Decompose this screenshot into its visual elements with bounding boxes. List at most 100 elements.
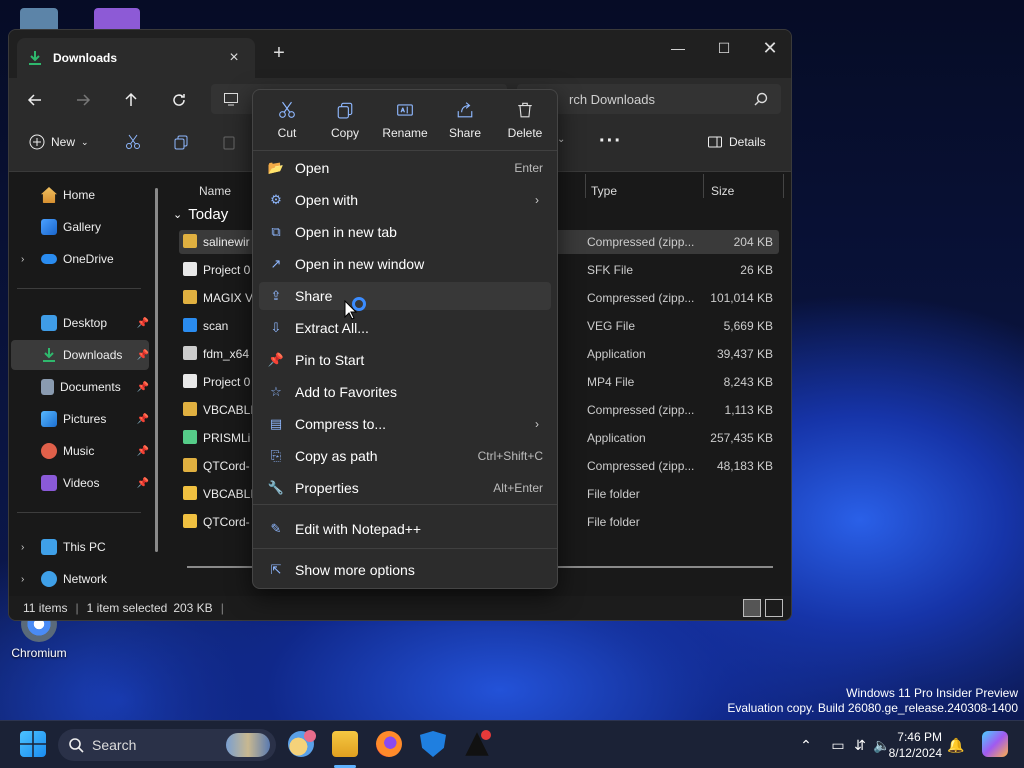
expand-chevron-icon[interactable]: › bbox=[21, 574, 24, 585]
file-type: MP4 File bbox=[587, 375, 635, 389]
cut-action[interactable]: Cut bbox=[257, 100, 317, 144]
menu-item-edit-with-notepad[interactable]: ✎ Edit with Notepad++ bbox=[259, 515, 551, 543]
rename-icon bbox=[397, 104, 413, 116]
sidebar-item-label: Home bbox=[63, 188, 96, 202]
menu-item-open-in-new-tab[interactable]: ⧉ Open in new tab bbox=[259, 218, 551, 246]
item-count: 11 items bbox=[23, 601, 68, 615]
file-size: 39,437 KB bbox=[716, 347, 773, 361]
evaluation-watermark: Windows 11 Pro Insider Preview Evaluatio… bbox=[727, 686, 1018, 716]
menu-item-compress-to[interactable]: ▤ Compress to... › bbox=[259, 410, 551, 438]
details-button[interactable]: Details bbox=[707, 134, 766, 150]
sidebar-item-pictures[interactable]: Pictures 📌 bbox=[11, 404, 149, 434]
menu-item-properties[interactable]: 🔧 Properties Alt+Enter bbox=[259, 474, 551, 502]
close-tab-icon[interactable]: × bbox=[223, 49, 245, 67]
file-icon bbox=[183, 458, 197, 472]
delete-action[interactable]: Delete bbox=[495, 100, 555, 144]
sidebar-item-downloads[interactable]: Downloads 📌 bbox=[11, 340, 149, 370]
paste-button[interactable] bbox=[221, 134, 237, 150]
column-header-type[interactable]: Type bbox=[591, 184, 617, 198]
menu-item-extract-all[interactable]: ⇩ Extract All... bbox=[259, 314, 551, 342]
sidebar-scrollbar[interactable] bbox=[155, 188, 158, 552]
column-divider[interactable] bbox=[585, 174, 586, 198]
sidebar-item-videos[interactable]: Videos 📌 bbox=[11, 468, 149, 498]
menu-item-open-with[interactable]: ⚙ Open with › bbox=[259, 186, 551, 214]
file-size: 26 KB bbox=[740, 263, 773, 277]
taskbar-search[interactable]: Search bbox=[58, 729, 276, 761]
sidebar-item-label: Videos bbox=[63, 476, 100, 490]
back-button[interactable] bbox=[21, 86, 49, 114]
minimize-button[interactable]: — bbox=[655, 34, 701, 62]
new-button[interactable]: New ⌄ bbox=[29, 134, 89, 150]
sidebar-item-label: Gallery bbox=[63, 220, 102, 234]
column-header-name[interactable]: Name bbox=[199, 184, 231, 198]
watermark-line-1: Windows 11 Pro Insider Preview bbox=[846, 686, 1018, 700]
up-button[interactable] bbox=[117, 86, 145, 114]
delete-label: Delete bbox=[507, 126, 543, 140]
cut-button[interactable] bbox=[125, 134, 141, 150]
firefox-icon[interactable] bbox=[376, 731, 402, 757]
tiles-view-button[interactable] bbox=[765, 599, 783, 617]
menu-item-add-to-favorites[interactable]: ☆ Add to Favorites bbox=[259, 378, 551, 406]
menu-item-open[interactable]: 📂 Open Enter bbox=[259, 154, 551, 182]
sidebar-item-this-pc[interactable]: › This PC bbox=[11, 532, 149, 562]
busy-spinner-icon bbox=[352, 297, 366, 311]
close-window-button[interactable]: ✕ bbox=[747, 34, 791, 62]
sidebar-item-desktop[interactable]: Desktop 📌 bbox=[11, 308, 149, 338]
sidebar-item-gallery[interactable]: Gallery bbox=[11, 212, 149, 242]
share-action[interactable]: Share bbox=[435, 100, 495, 144]
sidebar-item-label: Documents bbox=[60, 380, 121, 394]
file-size: 204 KB bbox=[733, 235, 773, 249]
more-options-icon: ⇱ bbox=[270, 562, 282, 577]
maximize-button[interactable]: ☐ bbox=[701, 34, 747, 62]
show-hidden-icons-button[interactable]: ⌃ bbox=[796, 735, 816, 755]
copy-action[interactable]: Copy bbox=[315, 100, 375, 144]
file-icon bbox=[183, 318, 197, 332]
chevron-right-icon: › bbox=[535, 417, 539, 431]
column-divider[interactable] bbox=[783, 174, 784, 198]
date: 8/12/2024 bbox=[888, 746, 942, 760]
sidebar-item-home[interactable]: Home bbox=[11, 180, 149, 210]
notifications-bell-icon[interactable]: 🔔 bbox=[946, 735, 966, 755]
search-highlight-icon bbox=[226, 733, 270, 757]
group-header-today[interactable]: ⌄ Today bbox=[173, 206, 228, 223]
menu-item-share[interactable]: ⇪ Share bbox=[259, 282, 551, 310]
menu-item-pin-to-start[interactable]: 📌 Pin to Start bbox=[259, 346, 551, 374]
expand-chevron-icon[interactable]: › bbox=[21, 542, 24, 553]
sidebar-item-music[interactable]: Music 📌 bbox=[11, 436, 149, 466]
menu-item-label: Pin to Start bbox=[295, 352, 365, 368]
details-view-button[interactable] bbox=[743, 599, 761, 617]
folder-open-icon: 📂 bbox=[267, 160, 285, 175]
file-icon bbox=[183, 290, 197, 304]
rename-action[interactable]: Rename bbox=[375, 100, 435, 144]
display-icon[interactable]: ▭ bbox=[828, 735, 848, 755]
menu-item-shortcut: Alt+Enter bbox=[493, 481, 543, 495]
tab-downloads[interactable]: Downloads × bbox=[17, 38, 255, 78]
network-icon[interactable]: ⇵ bbox=[850, 735, 870, 755]
refresh-button[interactable] bbox=[165, 86, 193, 114]
arrow-right-icon bbox=[77, 94, 91, 106]
menu-item-copy-as-path[interactable]: ⎘ Copy as path Ctrl+Shift+C bbox=[259, 442, 551, 470]
forward-button[interactable] bbox=[69, 86, 97, 114]
star-icon: ☆ bbox=[270, 384, 282, 399]
sidebar-item-label: Network bbox=[63, 572, 108, 586]
menu-item-open-in-new-window[interactable]: ↗ Open in new window bbox=[259, 250, 551, 278]
copilot-icon[interactable] bbox=[982, 731, 1008, 757]
sidebar-item-onedrive[interactable]: › OneDrive bbox=[11, 244, 149, 274]
menu-item-show-more-options[interactable]: ⇱ Show more options bbox=[259, 556, 551, 584]
see-more-button[interactable]: ··· bbox=[599, 130, 622, 153]
column-divider[interactable] bbox=[703, 174, 704, 198]
new-tab-button[interactable]: + bbox=[267, 42, 291, 65]
sort-chevron-icon[interactable]: ⌄ bbox=[557, 134, 565, 145]
column-header-size[interactable]: Size bbox=[711, 184, 734, 198]
rename-label: Rename bbox=[382, 126, 428, 140]
menu-item-shortcut: Enter bbox=[514, 161, 543, 175]
clock[interactable]: 7:46 PM 8/12/2024 bbox=[889, 729, 942, 761]
copy-button[interactable] bbox=[173, 134, 189, 150]
file-size: 257,435 KB bbox=[710, 431, 773, 445]
expand-chevron-icon[interactable]: › bbox=[21, 254, 24, 265]
sidebar-item-network[interactable]: › Network bbox=[11, 564, 149, 594]
sidebar-item-documents[interactable]: Documents 📌 bbox=[11, 372, 149, 402]
start-button[interactable] bbox=[20, 731, 46, 757]
file-explorer-taskbar-icon[interactable] bbox=[332, 731, 358, 757]
defender-icon[interactable] bbox=[420, 731, 446, 757]
